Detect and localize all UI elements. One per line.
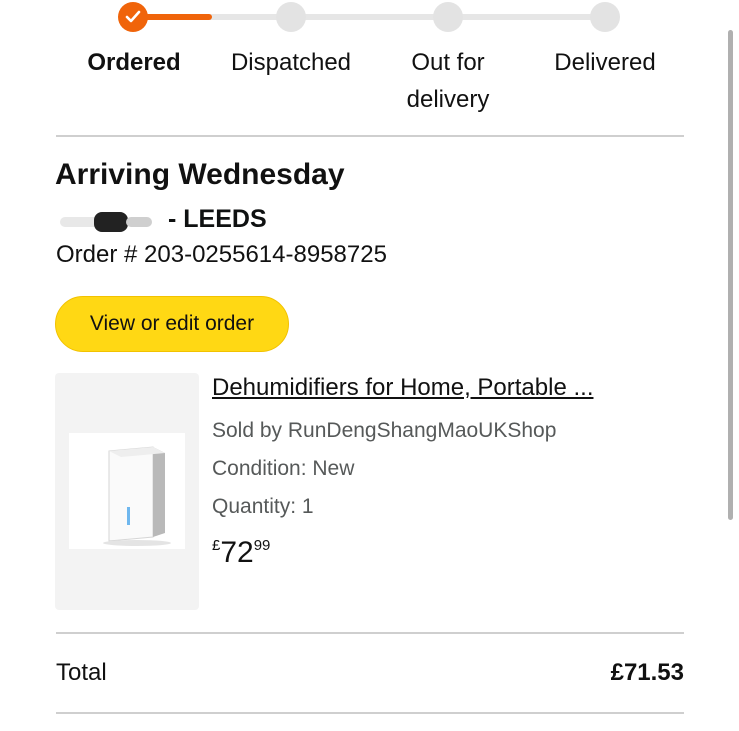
step-out-for-delivery-dot-icon — [433, 2, 463, 32]
view-edit-order-button[interactable]: View or edit order — [55, 296, 289, 352]
step-ordered-check-icon — [118, 2, 148, 32]
condition-text: Condition: New — [212, 457, 355, 480]
total-value: £71.53 — [610, 659, 684, 686]
delivery-city: - LEEDS — [168, 205, 267, 233]
seller-text: Sold by RunDengShangMaoUKShop — [212, 419, 557, 442]
product-thumbnail[interactable] — [55, 373, 199, 610]
divider — [56, 135, 684, 137]
step-label-out-for-delivery: Out for delivery — [406, 49, 490, 113]
step-label-ordered: Ordered — [87, 49, 181, 76]
dehumidifier-product-image-icon — [69, 433, 185, 549]
scrollbar[interactable] — [728, 30, 733, 520]
price-fraction: 99 — [253, 537, 271, 554]
product-price: £7299 — [212, 536, 270, 570]
price-whole: 72 — [220, 536, 254, 569]
divider — [56, 712, 684, 714]
total-label: Total — [56, 659, 107, 686]
quantity-text: Quantity: 1 — [212, 495, 314, 518]
arrival-heading: Arriving Wednesday — [55, 158, 345, 191]
step-dispatched-dot-icon — [276, 2, 306, 32]
step-label-dispatched: Dispatched — [230, 49, 352, 76]
step-delivered-dot-icon — [590, 2, 620, 32]
product-title-link[interactable]: Dehumidifiers for Home, Portable ... — [212, 374, 593, 402]
step-label-delivered: Delivered — [554, 49, 656, 76]
redacted-name-icon — [60, 212, 152, 232]
divider — [56, 632, 684, 634]
order-number: Order # 203-0255614-8958725 — [56, 241, 387, 268]
